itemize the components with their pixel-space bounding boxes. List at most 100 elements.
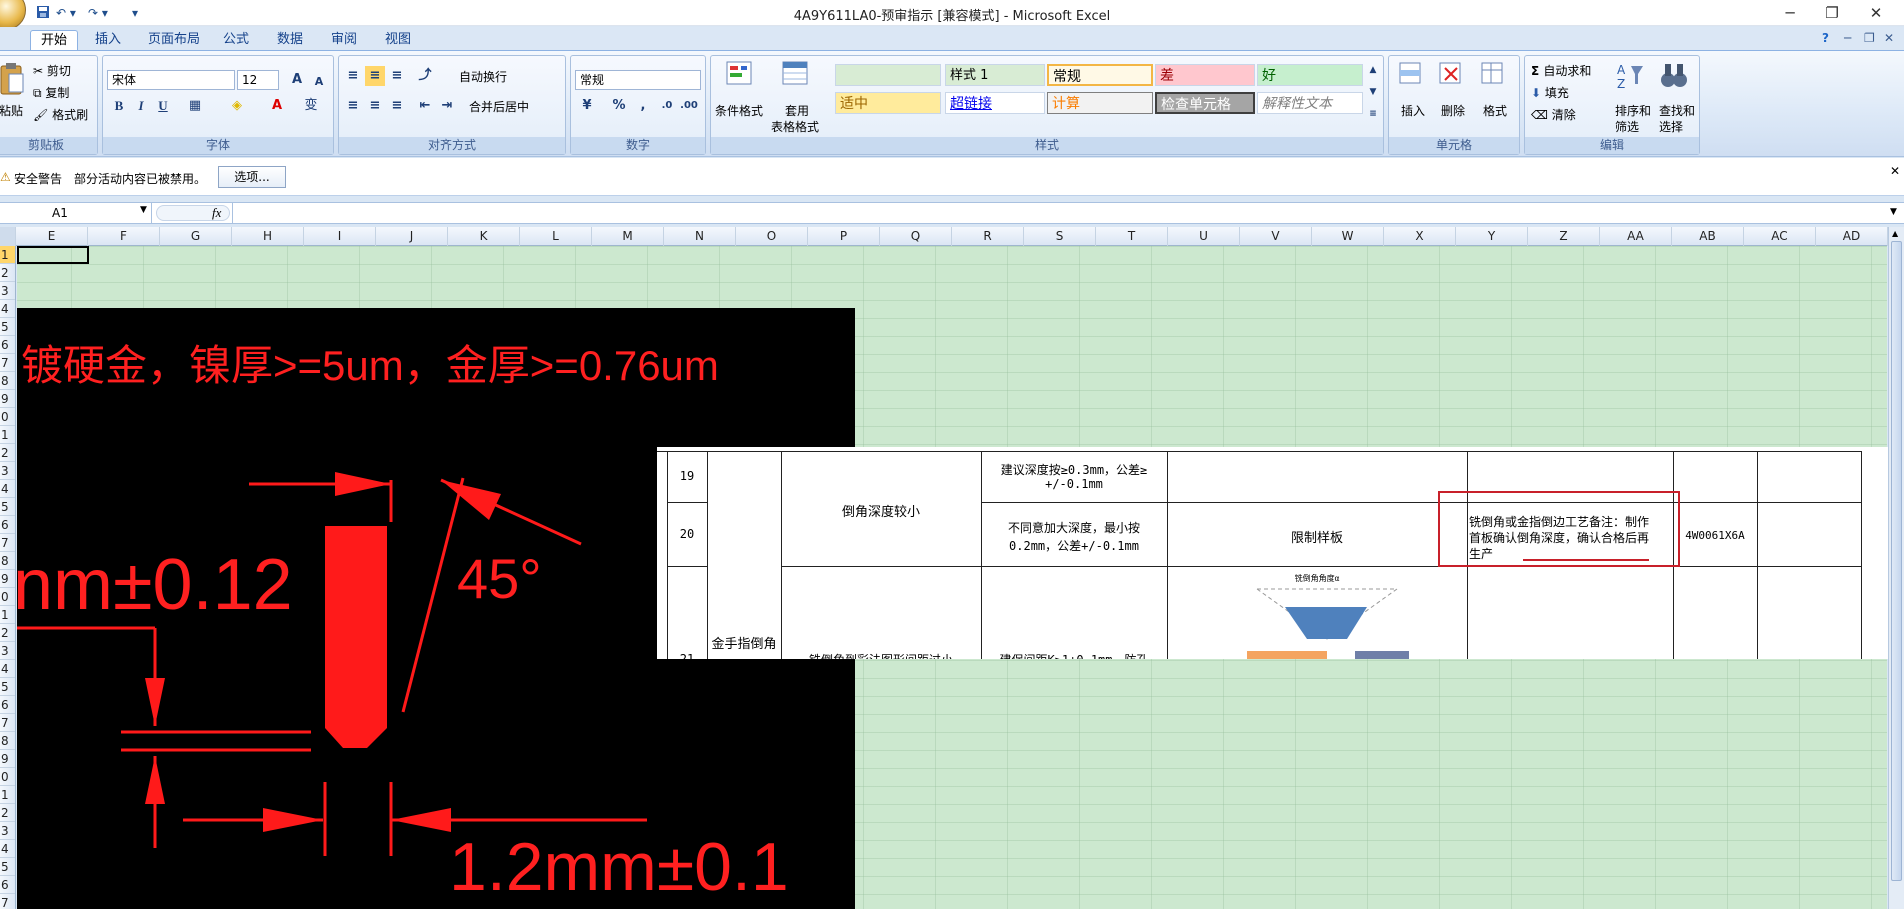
column-header[interactable]: R bbox=[952, 227, 1024, 246]
style-cell-explanatory[interactable]: 解释性文本 bbox=[1257, 92, 1363, 114]
row-header[interactable]: 5 bbox=[0, 858, 15, 876]
security-options-button[interactable]: 选项... bbox=[218, 166, 286, 188]
clear-button[interactable]: ⌫ 清除 bbox=[1531, 106, 1576, 123]
wrap-text-button[interactable]: 自动换行 bbox=[459, 68, 507, 85]
format-table-icon[interactable] bbox=[781, 60, 811, 88]
format-cells-button[interactable]: 格式 bbox=[1483, 102, 1507, 119]
tab-review[interactable]: 审阅 bbox=[320, 30, 368, 51]
column-header[interactable]: S bbox=[1024, 227, 1096, 246]
row-header[interactable]: 1 bbox=[0, 246, 15, 264]
tab-insert[interactable]: 插入 bbox=[84, 30, 132, 51]
style-cell-normal-green[interactable] bbox=[835, 64, 941, 86]
align-top-icon[interactable]: ≡ bbox=[343, 66, 363, 86]
maximize-button[interactable]: ❐ bbox=[1812, 2, 1852, 24]
styles-scroll-up-icon[interactable]: ▲ bbox=[1363, 60, 1383, 80]
insert-function-button[interactable]: fx bbox=[212, 205, 221, 221]
row-header[interactable]: 6 bbox=[0, 876, 15, 894]
style-cell-bad[interactable]: 差 bbox=[1155, 64, 1255, 86]
font-size-select[interactable]: 12 bbox=[237, 70, 279, 90]
row-header[interactable]: 2 bbox=[0, 804, 15, 822]
column-header[interactable]: L bbox=[520, 227, 592, 246]
row-header[interactable]: 9 bbox=[0, 390, 15, 408]
column-header[interactable]: J bbox=[376, 227, 448, 246]
align-left-icon[interactable]: ≡ bbox=[343, 96, 363, 116]
column-header[interactable]: M bbox=[592, 227, 664, 246]
decrease-decimal-icon[interactable]: .00 bbox=[679, 96, 699, 116]
row-header[interactable]: 7 bbox=[0, 714, 15, 732]
increase-decimal-icon[interactable]: .0 bbox=[657, 96, 677, 116]
help-icon[interactable]: ? bbox=[1822, 31, 1829, 45]
align-middle-icon[interactable]: ≡ bbox=[365, 66, 385, 86]
column-header[interactable]: G bbox=[160, 227, 232, 246]
tab-formulas[interactable]: 公式 bbox=[212, 30, 260, 51]
column-header[interactable]: T bbox=[1096, 227, 1168, 246]
row-header[interactable]: 1 bbox=[0, 606, 15, 624]
column-header[interactable]: P bbox=[808, 227, 880, 246]
row-header[interactable]: 3 bbox=[0, 642, 15, 660]
row-header[interactable]: 8 bbox=[0, 372, 15, 390]
copy-button[interactable]: ⧉ 复制 bbox=[33, 84, 69, 101]
comma-button[interactable]: , bbox=[633, 96, 653, 116]
format-painter-button[interactable]: 🖌 格式刷 bbox=[33, 106, 88, 123]
row-header[interactable]: 8 bbox=[0, 732, 15, 750]
workbook-minimize-button[interactable]: ─ bbox=[1844, 31, 1851, 45]
delete-cells-icon[interactable] bbox=[1437, 60, 1465, 88]
column-header[interactable]: AB bbox=[1672, 227, 1744, 246]
row-header[interactable]: 2 bbox=[0, 264, 15, 282]
security-close-icon[interactable]: ✕ bbox=[1890, 164, 1900, 178]
column-header[interactable]: U bbox=[1168, 227, 1240, 246]
underline-button[interactable]: U bbox=[153, 96, 173, 116]
fill-color-icon[interactable]: ◈ bbox=[227, 96, 247, 116]
row-header[interactable]: 5 bbox=[0, 678, 15, 696]
percent-button[interactable]: % bbox=[609, 96, 629, 116]
insert-cells-button[interactable]: 插入 bbox=[1401, 102, 1425, 119]
cut-button[interactable]: ✂ 剪切 bbox=[33, 62, 71, 79]
scroll-up-icon[interactable]: ▲ bbox=[1892, 229, 1898, 238]
row-header[interactable]: 7 bbox=[0, 534, 15, 552]
italic-button[interactable]: I bbox=[131, 96, 151, 116]
column-header[interactable]: I bbox=[304, 227, 376, 246]
conditional-format-button[interactable]: 条件格式 bbox=[715, 102, 763, 119]
row-header[interactable]: 1 bbox=[0, 426, 15, 444]
workbook-restore-button[interactable]: ❐ bbox=[1864, 31, 1875, 45]
style-cell-good[interactable]: 好 bbox=[1257, 64, 1363, 86]
row-header[interactable]: 9 bbox=[0, 570, 15, 588]
row-header[interactable]: 9 bbox=[0, 750, 15, 768]
column-header[interactable]: AC bbox=[1744, 227, 1816, 246]
column-header[interactable]: Q bbox=[880, 227, 952, 246]
column-header[interactable]: AA bbox=[1600, 227, 1672, 246]
review-table-snapshot[interactable]: 19 20 21 金手指倒角 倒角深度较小 建议深度按≥0.3mm，公差≥ +/… bbox=[657, 447, 1888, 659]
vertical-scrollbar[interactable]: ▲ bbox=[1888, 227, 1904, 909]
scroll-thumb[interactable] bbox=[1891, 241, 1902, 881]
column-header[interactable]: AD bbox=[1816, 227, 1888, 246]
style-cell-hyperlink[interactable]: 超链接 bbox=[945, 92, 1045, 114]
font-color-button[interactable]: A bbox=[267, 96, 287, 116]
column-header[interactable]: H bbox=[232, 227, 304, 246]
close-button[interactable]: ✕ bbox=[1856, 2, 1896, 24]
expand-formula-icon[interactable]: ▼ bbox=[1890, 207, 1897, 217]
column-header[interactable]: Y bbox=[1456, 227, 1528, 246]
row-header[interactable]: 7 bbox=[0, 894, 15, 909]
border-icon[interactable]: ▦ bbox=[185, 96, 205, 116]
shrink-font-button[interactable]: A bbox=[309, 72, 329, 92]
row-header[interactable]: 8 bbox=[0, 552, 15, 570]
style-cell-calculation[interactable]: 计算 bbox=[1047, 92, 1153, 114]
conditional-format-icon[interactable] bbox=[725, 60, 755, 88]
row-header[interactable]: 4 bbox=[0, 300, 15, 318]
column-header[interactable]: E bbox=[16, 227, 88, 246]
row-header[interactable]: 0 bbox=[0, 408, 15, 426]
align-right-icon[interactable]: ≡ bbox=[387, 96, 407, 116]
row-header[interactable]: 6 bbox=[0, 336, 15, 354]
bold-button[interactable]: B bbox=[109, 96, 129, 116]
styles-scroll-down-icon[interactable]: ▼ bbox=[1363, 82, 1383, 102]
style-cell-normal[interactable]: 常规 bbox=[1047, 64, 1153, 86]
find-select-button-line2[interactable]: 选择 bbox=[1659, 118, 1683, 135]
align-bottom-icon[interactable]: ≡ bbox=[387, 66, 407, 86]
column-header[interactable]: N bbox=[664, 227, 736, 246]
row-header[interactable]: 4 bbox=[0, 840, 15, 858]
sort-filter-button-line2[interactable]: 筛选 bbox=[1615, 118, 1639, 135]
row-header[interactable]: 3 bbox=[0, 462, 15, 480]
format-table-button-line2[interactable]: 表格格式 bbox=[771, 118, 819, 135]
styles-more-icon[interactable]: ≡ bbox=[1363, 104, 1383, 124]
row-header[interactable]: 2 bbox=[0, 624, 15, 642]
